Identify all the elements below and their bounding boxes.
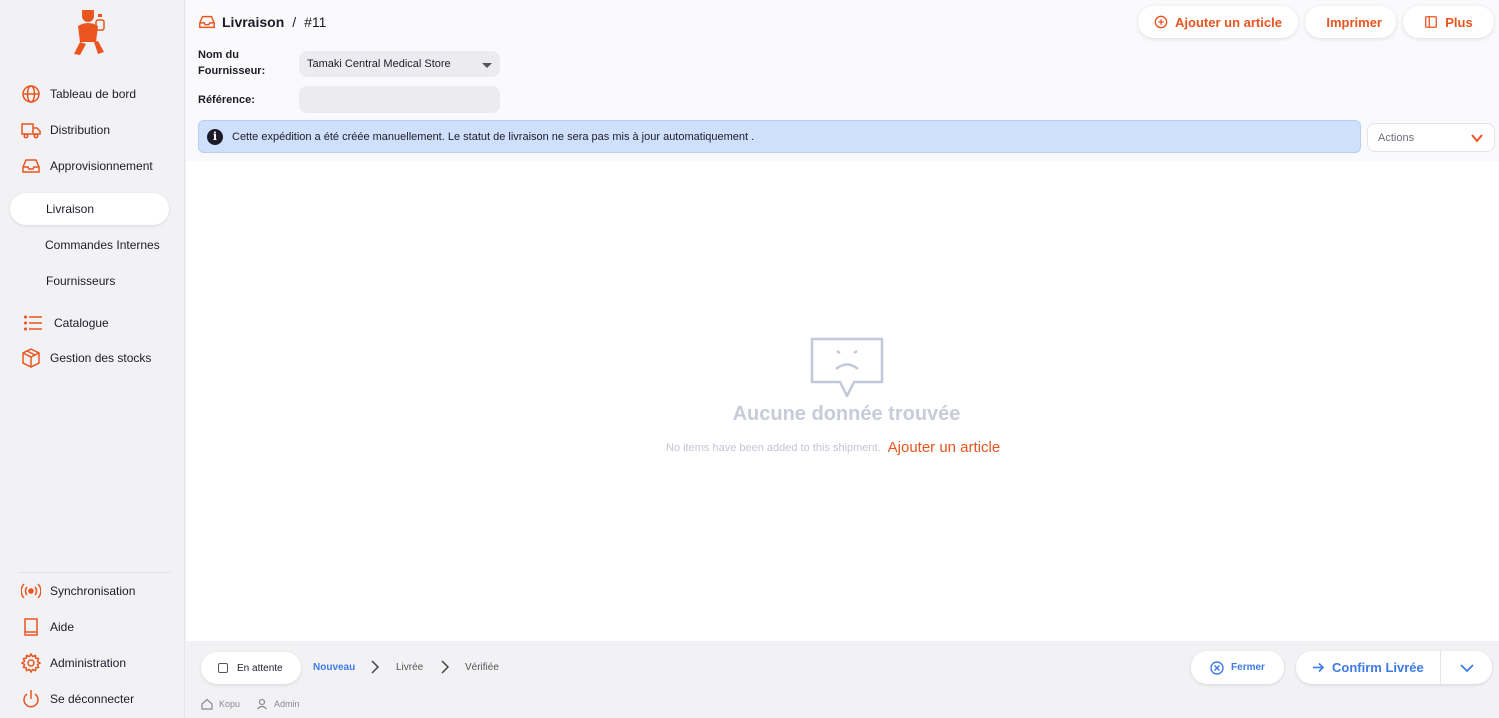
sidebar-item-replenishment[interactable]: Approvisionnement (20, 155, 153, 177)
globe-icon (20, 83, 42, 105)
sidebar-subitem-delivery[interactable]: Livraison (46, 202, 94, 216)
confirm-options-dropdown[interactable] (1441, 651, 1492, 684)
arrow-right-icon (1313, 662, 1325, 673)
chevron-right-icon (371, 660, 380, 674)
print-label: Imprimer (1326, 14, 1382, 30)
close-circle-icon (1210, 660, 1224, 675)
inbox-icon (20, 155, 42, 177)
sidebar-item-label: Se déconnecter (50, 692, 135, 706)
list-icon (22, 312, 44, 334)
user-icon (257, 698, 267, 710)
sad-message-icon (810, 337, 884, 398)
empty-state-text: No items have been added to this shipmen… (666, 441, 881, 454)
reference-label: Référence: (198, 94, 255, 106)
confirm-delivered-button[interactable]: Confirm Livrée (1296, 651, 1441, 684)
breadcrumb-shipment-id: #11 (304, 14, 327, 30)
status-step-new: Nouveau (313, 662, 356, 673)
sidebar-item-label: Gestion des stocks (50, 351, 152, 365)
user-name: Admin (274, 699, 300, 709)
breadcrumb-section[interactable]: Livraison (222, 14, 284, 30)
power-icon (20, 688, 42, 710)
sidebar-subitem-suppliers[interactable]: Fournisseurs (46, 274, 115, 288)
sidebar-item-logout[interactable]: Se déconnecter (20, 688, 134, 710)
add-item-link[interactable]: Ajouter un article (888, 439, 1001, 456)
sidebar-item-help[interactable]: Aide (20, 616, 74, 638)
sidebar-item-label: Tableau de bord (50, 87, 137, 101)
empty-state-message: No items have been added to this shipmen… (666, 439, 1000, 456)
sidebar-item-label: Administration (50, 656, 127, 670)
user-info: Admin (256, 698, 300, 710)
close-label: Fermer (1231, 662, 1265, 673)
plus-circle-icon (1154, 15, 1168, 29)
supplier-label: Nom du Fournisseur: (198, 49, 266, 77)
on-hold-checkbox[interactable] (218, 663, 228, 673)
supplier-select[interactable]: Tamaki Central Medical Store (299, 51, 500, 77)
store-name: Kopu (219, 699, 241, 709)
supplier-value: Tamaki Central Medical Store (307, 58, 451, 70)
sidebar-item-catalogue[interactable]: Catalogue (22, 312, 109, 334)
sidebar-item-label: Synchronisation (50, 584, 136, 598)
sidebar-item-sync[interactable]: Synchronisation (20, 580, 135, 602)
broadcast-icon (20, 580, 42, 602)
confirm-delivered-label: Confirm Livrée (1332, 660, 1424, 675)
status-step-verified: Vérifiée (465, 662, 499, 673)
inbox-icon (199, 15, 215, 29)
chevron-down-icon (1471, 133, 1483, 143)
home-icon (201, 698, 213, 710)
sidebar-item-dashboard[interactable]: Tableau de bord (20, 83, 136, 105)
chevron-down-icon (482, 63, 492, 68)
info-banner: i Cette expédition a été créée manuellem… (198, 120, 1361, 153)
sidebar-item-label: Approvisionnement (50, 159, 153, 173)
info-icon: i (207, 128, 223, 145)
add-item-label: Ajouter un article (1175, 14, 1282, 30)
sidebar-panel-icon (1425, 16, 1438, 28)
sidebar-divider (20, 572, 170, 573)
on-hold-toggle[interactable]: En attente (201, 652, 301, 684)
actions-dropdown[interactable]: Actions (1367, 123, 1495, 152)
close-button[interactable]: Fermer (1191, 651, 1284, 684)
actions-placeholder: Actions (1378, 131, 1415, 144)
sidebar-item-label: Aide (50, 620, 75, 634)
sidebar: Tableau de bord Distribution Approvision… (0, 0, 185, 718)
footer: En attente Nouveau Livrée Vérifiée Ferme… (186, 641, 1499, 718)
sidebar-item-distribution[interactable]: Distribution (20, 119, 110, 141)
book-icon (20, 616, 42, 638)
chevron-right-icon (441, 660, 450, 674)
sidebar-item-label: Catalogue (54, 316, 109, 330)
info-message: Cette expédition a été créée manuellemen… (232, 130, 755, 143)
breadcrumb-separator: / (292, 14, 297, 30)
status-step-delivered: Livrée (396, 662, 424, 673)
add-item-button[interactable]: Ajouter un article (1138, 6, 1298, 38)
more-button[interactable]: Plus (1403, 6, 1494, 38)
sidebar-item-inventory[interactable]: Gestion des stocks (20, 347, 151, 369)
print-button[interactable]: Imprimer (1305, 6, 1396, 38)
sidebar-subitem-internal-orders[interactable]: Commandes Internes (45, 238, 160, 252)
on-hold-label: En attente (237, 662, 283, 674)
sidebar-item-administration[interactable]: Administration (20, 652, 126, 674)
main-content: Aucune donnée trouvée No items have been… (186, 161, 1499, 641)
breadcrumb: Livraison / #11 (198, 13, 326, 31)
empty-state-title: Aucune donnée trouvée (732, 403, 961, 425)
sidebar-item-label: Distribution (50, 123, 111, 137)
chevron-down-icon (1459, 663, 1474, 672)
gear-icon (20, 652, 42, 674)
page-header: Livraison / #11 Ajouter un article Impri… (186, 0, 1499, 160)
store-info: Kopu (201, 698, 240, 710)
truck-icon (20, 119, 42, 141)
app-logo[interactable] (68, 8, 110, 58)
box-icon (20, 347, 42, 369)
reference-input[interactable] (299, 86, 500, 113)
confirm-delivered-split-button: Confirm Livrée (1296, 651, 1492, 684)
more-label: Plus (1445, 14, 1473, 30)
